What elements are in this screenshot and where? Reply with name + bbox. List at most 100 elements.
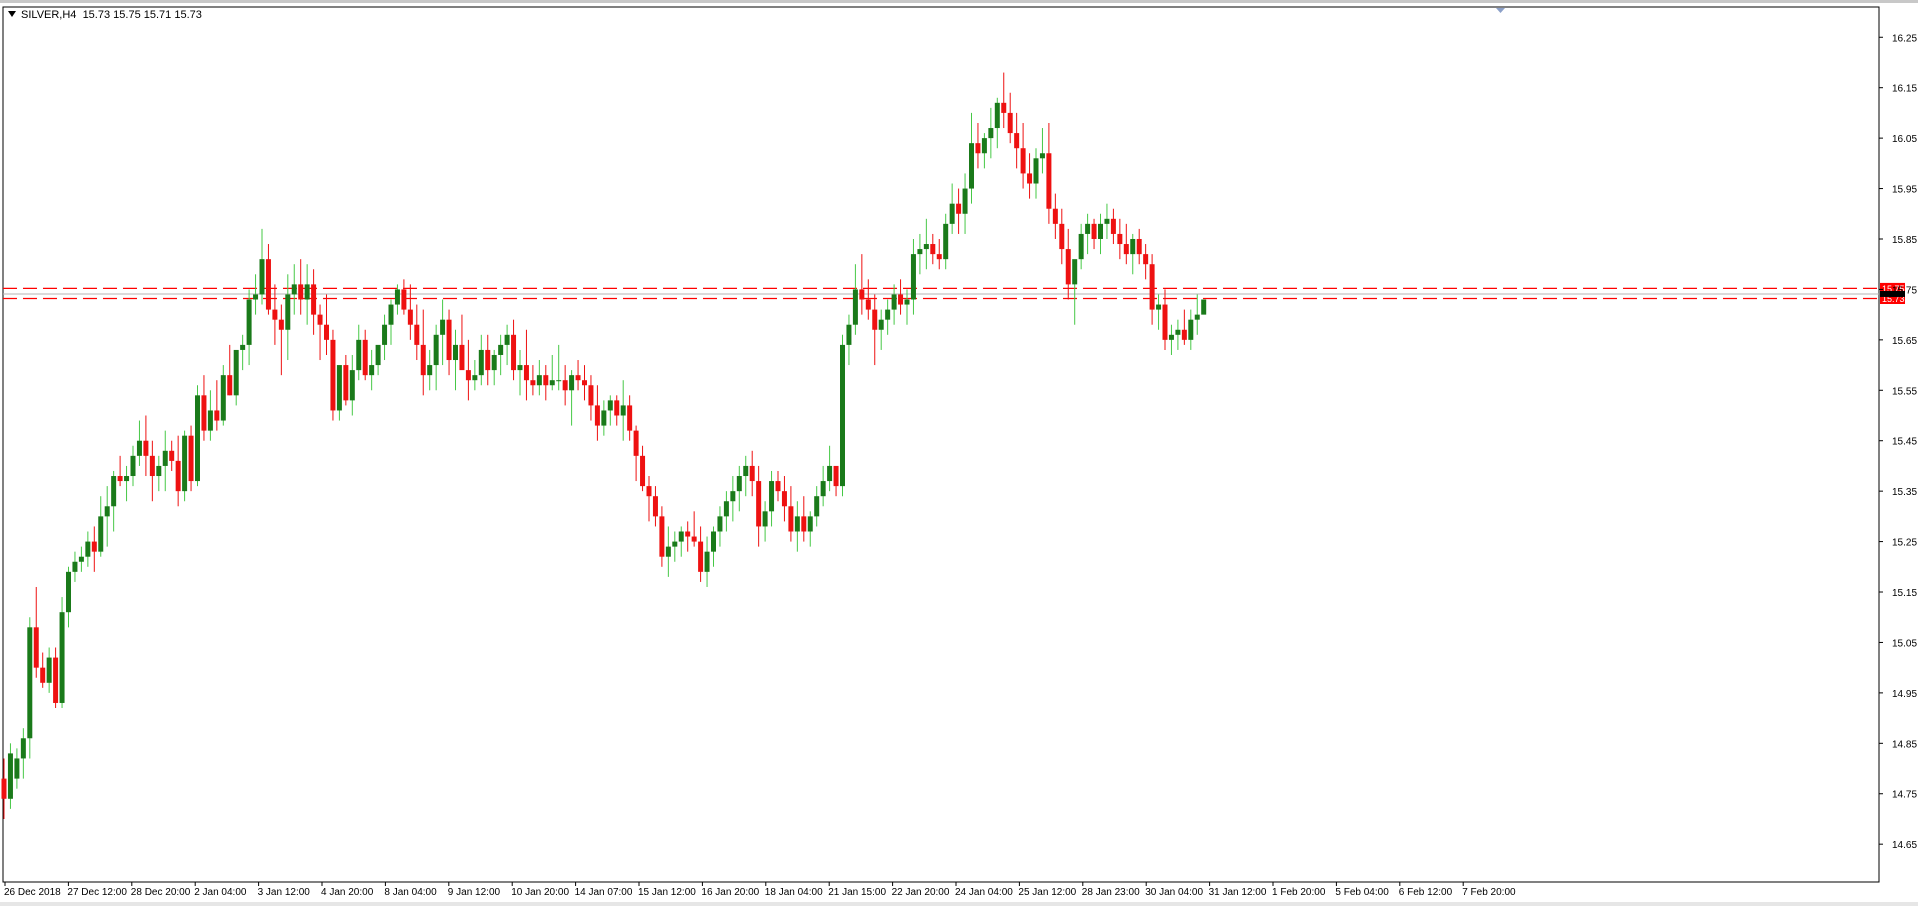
candle-body	[136, 440, 142, 456]
candle-body	[846, 324, 852, 345]
candle-body	[640, 455, 646, 487]
candle-body	[91, 541, 97, 552]
candle-body	[169, 450, 175, 461]
candle-body	[865, 299, 871, 310]
candle-body	[1007, 112, 1013, 134]
candle-body	[775, 481, 781, 492]
candle-body	[620, 405, 626, 416]
candle-body	[1033, 158, 1039, 184]
candle-body	[601, 410, 607, 426]
x-tick-label: 6 Feb 12:00	[1399, 887, 1453, 898]
candle-body	[536, 375, 542, 386]
candle-body	[723, 501, 729, 517]
candle-body	[1117, 233, 1123, 245]
candle-body	[104, 506, 110, 517]
candle-body	[1175, 329, 1181, 335]
y-tick-label: 14.75	[1892, 790, 1917, 801]
y-tick-label: 15.65	[1892, 336, 1917, 347]
candle-body	[859, 289, 865, 300]
y-tick-label: 15.95	[1892, 185, 1917, 196]
candle-body	[517, 365, 523, 371]
candle-body	[1, 778, 7, 799]
x-tick-label: 2 Jan 04:00	[194, 887, 247, 898]
candle-body	[465, 370, 471, 381]
candle-body	[994, 102, 1000, 129]
candle-body	[233, 349, 239, 396]
candle-body	[698, 541, 704, 572]
candle-body	[459, 344, 465, 371]
candle-body	[1072, 259, 1078, 285]
y-tick-label: 16.15	[1892, 84, 1917, 95]
candle-body	[646, 486, 652, 497]
y-tick-label: 16.05	[1892, 134, 1917, 145]
candle-body	[175, 460, 181, 492]
candle-body	[472, 375, 478, 381]
candle-body	[743, 465, 749, 477]
candle-body	[491, 354, 497, 371]
candle-body	[1168, 334, 1174, 340]
candle-body	[794, 516, 800, 532]
candle-body	[478, 349, 484, 376]
candle-body	[1059, 223, 1065, 250]
candle-body	[543, 375, 549, 386]
candle-body	[1181, 329, 1187, 340]
candle-body	[504, 334, 510, 345]
candle-body	[511, 334, 517, 371]
collapse-triangle-icon[interactable]	[8, 11, 16, 17]
candle-body	[711, 531, 716, 552]
time-axis[interactable]: 26 Dec 2018 27 Dec 12:00 28 Dec 20:00 2 Jan…	[4, 882, 1516, 898]
x-tick-label: 16 Jan 20:00	[701, 887, 759, 898]
candle-body	[827, 465, 833, 482]
candle-body	[788, 506, 794, 532]
candle-body	[446, 319, 452, 361]
candle-body	[833, 465, 839, 487]
candle-body	[717, 516, 723, 532]
candle-body	[627, 405, 633, 431]
x-tick-label: 30 Jan 04:00	[1145, 887, 1203, 898]
candle-body	[852, 289, 858, 325]
candle-body	[659, 516, 665, 557]
candle-body	[582, 380, 587, 386]
candle-body	[253, 294, 259, 300]
price-chart[interactable]: 15.7515.73 16.2516.1516.0515.9515.8515.7…	[0, 0, 1918, 906]
x-tick-label: 9 Jan 12:00	[448, 887, 501, 898]
candle-body	[1194, 314, 1200, 320]
y-tick-label: 15.45	[1892, 437, 1917, 448]
candle-body	[401, 289, 407, 310]
price-axis[interactable]: 16.25 16.15 16.05 15.95 15.85 15.75 15.65 15.55…	[1879, 33, 1917, 851]
candle-body	[1130, 238, 1136, 255]
candle-body	[807, 516, 813, 532]
candle-body	[1143, 254, 1149, 265]
x-tick-label: 21 Jan 15:00	[828, 887, 886, 898]
candle-body	[704, 551, 710, 572]
candle-body	[1046, 153, 1052, 209]
candle-body	[369, 365, 375, 376]
x-tick-label: 3 Jan 12:00	[258, 887, 311, 898]
candle-body	[1201, 299, 1207, 315]
candle-body	[1123, 244, 1129, 255]
candle-body	[85, 541, 91, 557]
y-tick-label: 14.65	[1892, 840, 1917, 851]
candle-body	[220, 375, 226, 421]
plot-area	[2, 6, 1880, 883]
candle-body	[1065, 249, 1071, 285]
x-tick-label: 14 Jan 07:00	[575, 887, 633, 898]
x-tick-label: 1 Feb 20:00	[1272, 887, 1326, 898]
candle-body	[840, 344, 845, 487]
candle-body	[562, 380, 568, 391]
candle-body	[633, 430, 639, 456]
candle-body	[569, 375, 575, 391]
candle-body	[523, 365, 529, 381]
candle-body	[652, 496, 658, 517]
candle-body	[317, 314, 323, 325]
candle-body	[975, 143, 981, 154]
candle-body	[820, 481, 826, 497]
candle-body	[1052, 208, 1058, 224]
candle-body	[407, 309, 413, 325]
candle-body	[162, 450, 168, 466]
candle-body	[143, 440, 149, 456]
candle-body	[1085, 223, 1091, 234]
candle-body	[575, 375, 581, 381]
candle-body	[388, 304, 394, 325]
candle-body	[1136, 238, 1142, 255]
